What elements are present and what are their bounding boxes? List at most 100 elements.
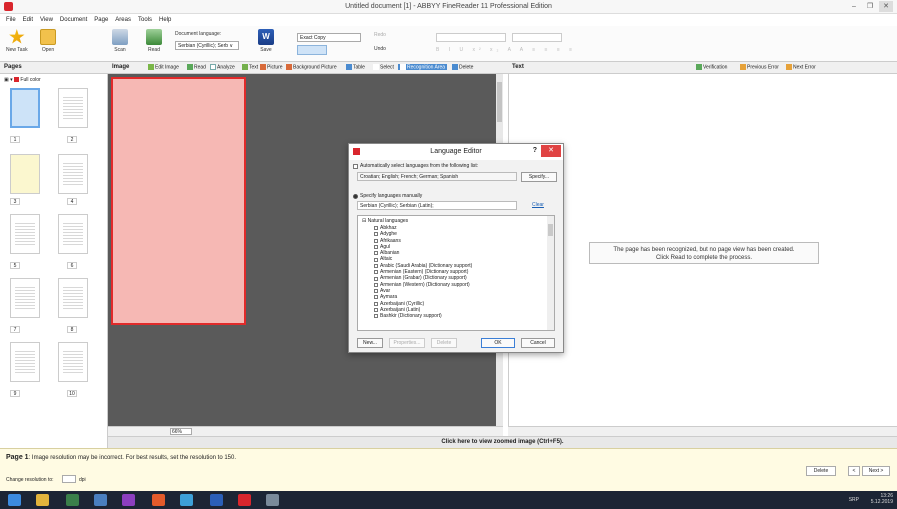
- auto-select-checkbox[interactable]: Automatically select languages from the …: [353, 163, 478, 169]
- background-picture-tool[interactable]: Background Picture: [286, 64, 337, 70]
- language-checkbox[interactable]: [374, 308, 378, 312]
- app-icon[interactable]: [94, 494, 107, 506]
- close-icon[interactable]: ✕: [879, 1, 893, 12]
- zoom-window-bar[interactable]: Click here to view zoomed image (Ctrl+F5…: [108, 436, 897, 448]
- menu-file[interactable]: File: [6, 17, 16, 23]
- clear-link[interactable]: Clear: [532, 202, 544, 208]
- select-tool[interactable]: Select: [373, 64, 394, 70]
- analyze-tool[interactable]: Analyze: [210, 64, 235, 70]
- menu-tools[interactable]: Tools: [138, 17, 152, 23]
- language-checkbox[interactable]: [374, 238, 378, 243]
- specify-manually-radio[interactable]: Specify languages manually: [353, 193, 422, 199]
- language-checkbox[interactable]: [374, 245, 378, 250]
- delete-area-tool[interactable]: Delete: [452, 64, 473, 70]
- clock[interactable]: 13:26 5.12.2019: [871, 493, 893, 505]
- ok-button[interactable]: OK: [481, 338, 515, 348]
- page-thumbnail[interactable]: [10, 214, 40, 254]
- color-mode-label[interactable]: ▣ ▾ Full color: [4, 77, 41, 83]
- page-thumbnail[interactable]: [58, 88, 88, 128]
- browser-icon[interactable]: [122, 494, 135, 506]
- scan-button[interactable]: Scan: [112, 29, 128, 53]
- language-checkbox[interactable]: [374, 289, 378, 294]
- page-image[interactable]: [111, 77, 246, 325]
- menu-view[interactable]: View: [40, 17, 53, 23]
- menu-areas[interactable]: Areas: [115, 17, 131, 23]
- copy-mode-select[interactable]: Exact Copy: [297, 33, 361, 42]
- help-icon[interactable]: ?: [533, 147, 537, 154]
- firefox-icon[interactable]: [152, 494, 165, 506]
- natural-languages-node[interactable]: ⊟ Natural languages: [362, 218, 408, 224]
- document-language-select[interactable]: Serbian (Cyrillic); Serb ∨: [175, 41, 239, 50]
- previous-error-tool[interactable]: Previous Error: [740, 64, 779, 70]
- page-thumbnail[interactable]: [10, 342, 40, 382]
- language-checkbox[interactable]: [374, 232, 378, 237]
- new-language-button[interactable]: New...: [357, 338, 383, 348]
- format-buttons[interactable]: B I U x² x₂ A A ≡ ≡ ≡ ≡: [436, 47, 576, 53]
- font-select[interactable]: [436, 33, 506, 42]
- page-thumbnail[interactable]: [10, 88, 40, 128]
- language-checkbox[interactable]: [374, 295, 378, 300]
- specify-button[interactable]: Specify...: [521, 172, 557, 182]
- recognition-area-tool[interactable]: Recognition Area: [398, 64, 448, 71]
- resolution-input[interactable]: [62, 475, 76, 483]
- page-thumbnail[interactable]: [58, 278, 88, 318]
- languages-tree[interactable]: ⊟ Natural languages Abkhaz Adyghe Afrikaan…: [357, 215, 555, 331]
- language-checkbox[interactable]: [374, 263, 378, 268]
- table-tool[interactable]: Table: [346, 64, 365, 70]
- cancel-button[interactable]: Cancel: [521, 338, 555, 348]
- finereader-icon[interactable]: [238, 494, 251, 506]
- app-icon[interactable]: [66, 494, 79, 506]
- warning-panel: Page 1: Image resolution may be incorrec…: [0, 448, 897, 491]
- page-thumbnail[interactable]: [58, 154, 88, 194]
- edit-image-tool[interactable]: Edit Image: [148, 64, 179, 70]
- start-icon[interactable]: [8, 494, 21, 506]
- read-tool[interactable]: Read: [187, 64, 206, 70]
- previous-warning-button[interactable]: <: [848, 466, 860, 476]
- star-icon: [9, 29, 25, 44]
- text-tool[interactable]: Text: [242, 64, 258, 70]
- word-icon[interactable]: [210, 494, 223, 506]
- redo-button[interactable]: Redo: [374, 32, 386, 38]
- language-checkbox[interactable]: [374, 270, 378, 275]
- open-button[interactable]: Open: [40, 29, 56, 53]
- language-checkbox[interactable]: [374, 257, 378, 262]
- delete-warning-button[interactable]: Delete: [806, 466, 836, 476]
- read-button[interactable]: Read: [146, 29, 162, 53]
- file-explorer-icon[interactable]: [36, 494, 49, 506]
- close-icon[interactable]: ✕: [541, 145, 561, 157]
- page-thumbnail[interactable]: [58, 214, 88, 254]
- menu-help[interactable]: Help: [159, 17, 171, 23]
- language-item[interactable]: Bashkir (Dictionary support): [374, 313, 472, 319]
- page-thumbnail[interactable]: [10, 154, 40, 194]
- verification-tool[interactable]: Verification: [696, 64, 727, 70]
- zoom-select[interactable]: 66%: [170, 428, 192, 435]
- maximize-icon[interactable]: ❐: [863, 1, 877, 12]
- language-checkbox[interactable]: [374, 226, 378, 231]
- language-editor-dialog: Language Editor ? ✕ Automatically select…: [348, 143, 564, 353]
- minimize-icon[interactable]: –: [847, 1, 861, 12]
- language-indicator[interactable]: SRP: [849, 497, 859, 503]
- language-checkbox[interactable]: [374, 251, 378, 256]
- menu-page[interactable]: Page: [94, 17, 108, 23]
- next-warning-button[interactable]: Next >: [862, 466, 890, 476]
- app-icon[interactable]: [180, 494, 193, 506]
- page-thumbnail[interactable]: [10, 278, 40, 318]
- languages-scrollbar[interactable]: [547, 216, 554, 330]
- picture-tool[interactable]: Picture: [260, 64, 283, 70]
- new-task-button[interactable]: New Task: [6, 29, 28, 53]
- language-checkbox[interactable]: [374, 282, 378, 287]
- menu-edit[interactable]: Edit: [23, 17, 33, 23]
- text-area-icon: [242, 64, 248, 70]
- menu-document[interactable]: Document: [60, 17, 87, 23]
- save-button[interactable]: W Save: [258, 29, 274, 53]
- undo-button[interactable]: Undo: [374, 46, 386, 52]
- language-checkbox[interactable]: [374, 301, 378, 306]
- paint-icon[interactable]: [266, 494, 279, 506]
- font-size-select[interactable]: [512, 33, 562, 42]
- language-checkbox[interactable]: [374, 276, 378, 281]
- view-mode-buttons[interactable]: [297, 45, 327, 55]
- page-thumbnail[interactable]: [58, 342, 88, 382]
- manual-languages-field[interactable]: Serbian (Cyrillic); Serbian (Latin);: [357, 201, 517, 210]
- next-error-tool[interactable]: Next Error: [786, 64, 816, 70]
- language-checkbox[interactable]: [374, 314, 378, 319]
